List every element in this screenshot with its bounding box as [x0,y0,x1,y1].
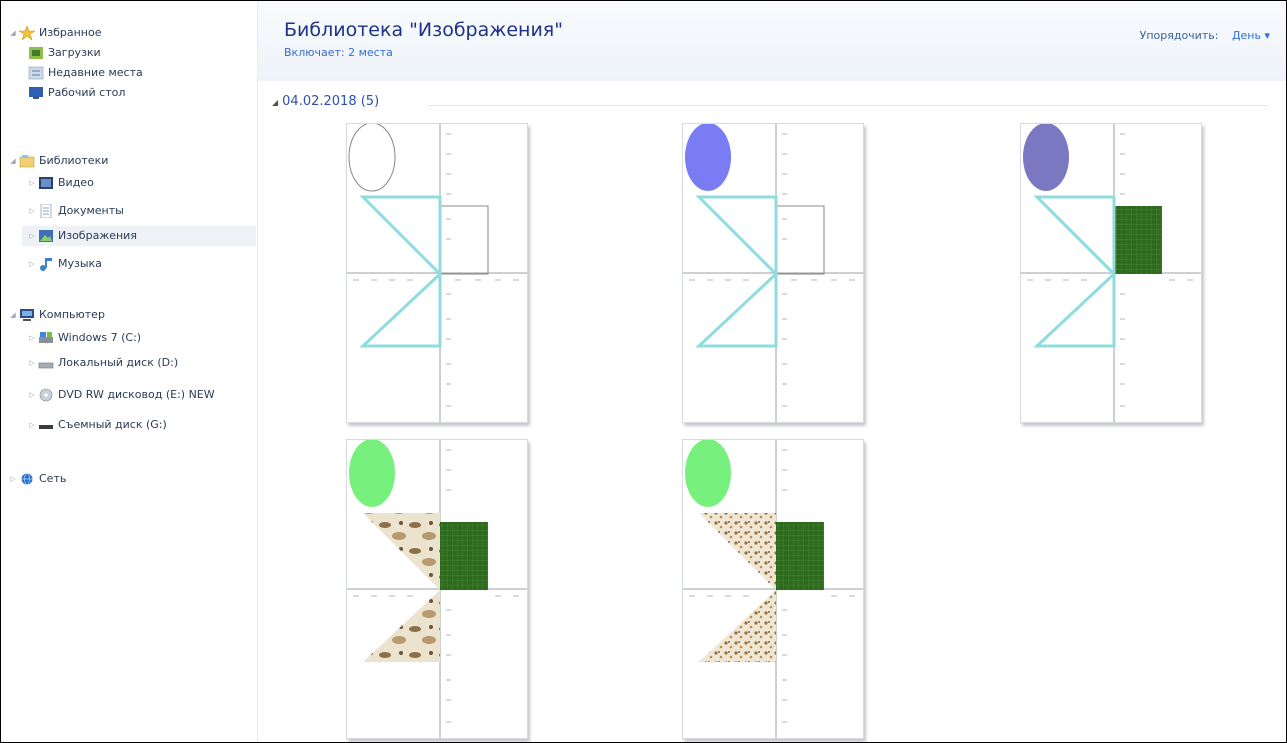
nav-pictures[interactable]: ▷ Изображения [22,226,256,246]
collapse-arrow-icon[interactable]: ◢ [272,98,278,107]
collapse-arrow-icon[interactable]: ◢ [9,23,17,43]
computer-icon [19,308,35,322]
video-icon [38,176,54,190]
pictures-icon [38,229,54,243]
nav-video[interactable]: ▷ Видео [28,173,94,193]
image-thumbnail[interactable] [682,439,864,739]
thumbnail-preview [683,440,863,738]
thumbnail-preview [1021,124,1201,422]
documents-icon [38,203,54,219]
expand-arrow-icon[interactable]: ▷ [28,353,36,373]
thumbnail-preview [683,124,863,422]
arrange-by-dropdown[interactable]: День ▾ [1232,29,1270,42]
expand-arrow-icon[interactable]: ▷ [28,254,36,274]
nav-desktop[interactable]: Рабочий стол [28,83,125,103]
library-includes: Включает: 2 места [284,46,393,59]
library-title: Библиотека "Изображения" [284,19,563,41]
expand-arrow-icon[interactable]: ▷ [9,469,17,489]
navigation-pane: ◢ Избранное Загрузки Недавние места Рабо… [1,1,258,742]
expand-arrow-icon[interactable]: ▷ [28,385,36,405]
nav-network[interactable]: ▷ Сеть [9,469,66,489]
content-pane: Библиотека "Изображения" Включает: 2 мес… [258,1,1286,742]
image-thumbnail[interactable] [682,123,864,423]
expand-arrow-icon[interactable]: ▷ [28,201,36,221]
library-header: Библиотека "Изображения" Включает: 2 мес… [258,1,1286,81]
thumbnail-preview [347,440,527,738]
dvd-drive-icon [38,388,54,402]
nav-drive-d[interactable]: ▷ Локальный диск (D:) [28,353,178,373]
recent-places-icon [28,66,44,80]
network-icon [19,472,35,486]
nav-drive-e[interactable]: ▷ DVD RW дисковод (E:) NEW [28,385,215,405]
expand-arrow-icon[interactable]: ▷ [28,173,36,193]
nav-downloads[interactable]: Загрузки [28,43,101,63]
expand-arrow-icon[interactable]: ▷ [28,328,36,348]
nav-documents[interactable]: ▷ Документы [28,201,124,221]
image-thumbnail[interactable] [1020,123,1202,423]
system-drive-icon [38,331,54,345]
nav-favorites[interactable]: ◢ Избранное [9,23,101,43]
arrange-by: Упорядочить: День ▾ [1139,29,1270,42]
nav-libraries[interactable]: ◢ Библиотеки [9,151,108,171]
removable-disk-icon [38,418,54,432]
expand-arrow-icon[interactable]: ▷ [28,415,36,435]
library-icon [19,154,35,168]
date-group-header[interactable]: ◢ 04.02.2018 (5) [272,94,379,109]
nav-computer[interactable]: ◢ Компьютер [9,305,105,325]
image-thumbnail[interactable] [346,123,528,423]
thumbnail-preview [347,124,527,422]
collapse-arrow-icon[interactable]: ◢ [9,151,17,171]
music-icon [38,257,54,271]
star-icon [17,25,37,41]
expand-arrow-icon[interactable]: ▷ [28,226,36,246]
includes-locations-link[interactable]: 2 места [348,46,393,59]
nav-recent-places[interactable]: Недавние места [28,63,143,83]
nav-music[interactable]: ▷ Музыка [28,254,102,274]
desktop-icon [28,86,44,100]
downloads-icon [28,46,44,60]
local-disk-icon [38,356,54,370]
collapse-arrow-icon[interactable]: ◢ [9,305,17,325]
nav-drive-g[interactable]: ▷ Съемный диск (G:) [28,415,167,435]
image-thumbnail[interactable] [346,439,528,739]
nav-drive-c[interactable]: ▷ Windows 7 (C:) [28,328,141,348]
group-divider [428,105,1268,106]
